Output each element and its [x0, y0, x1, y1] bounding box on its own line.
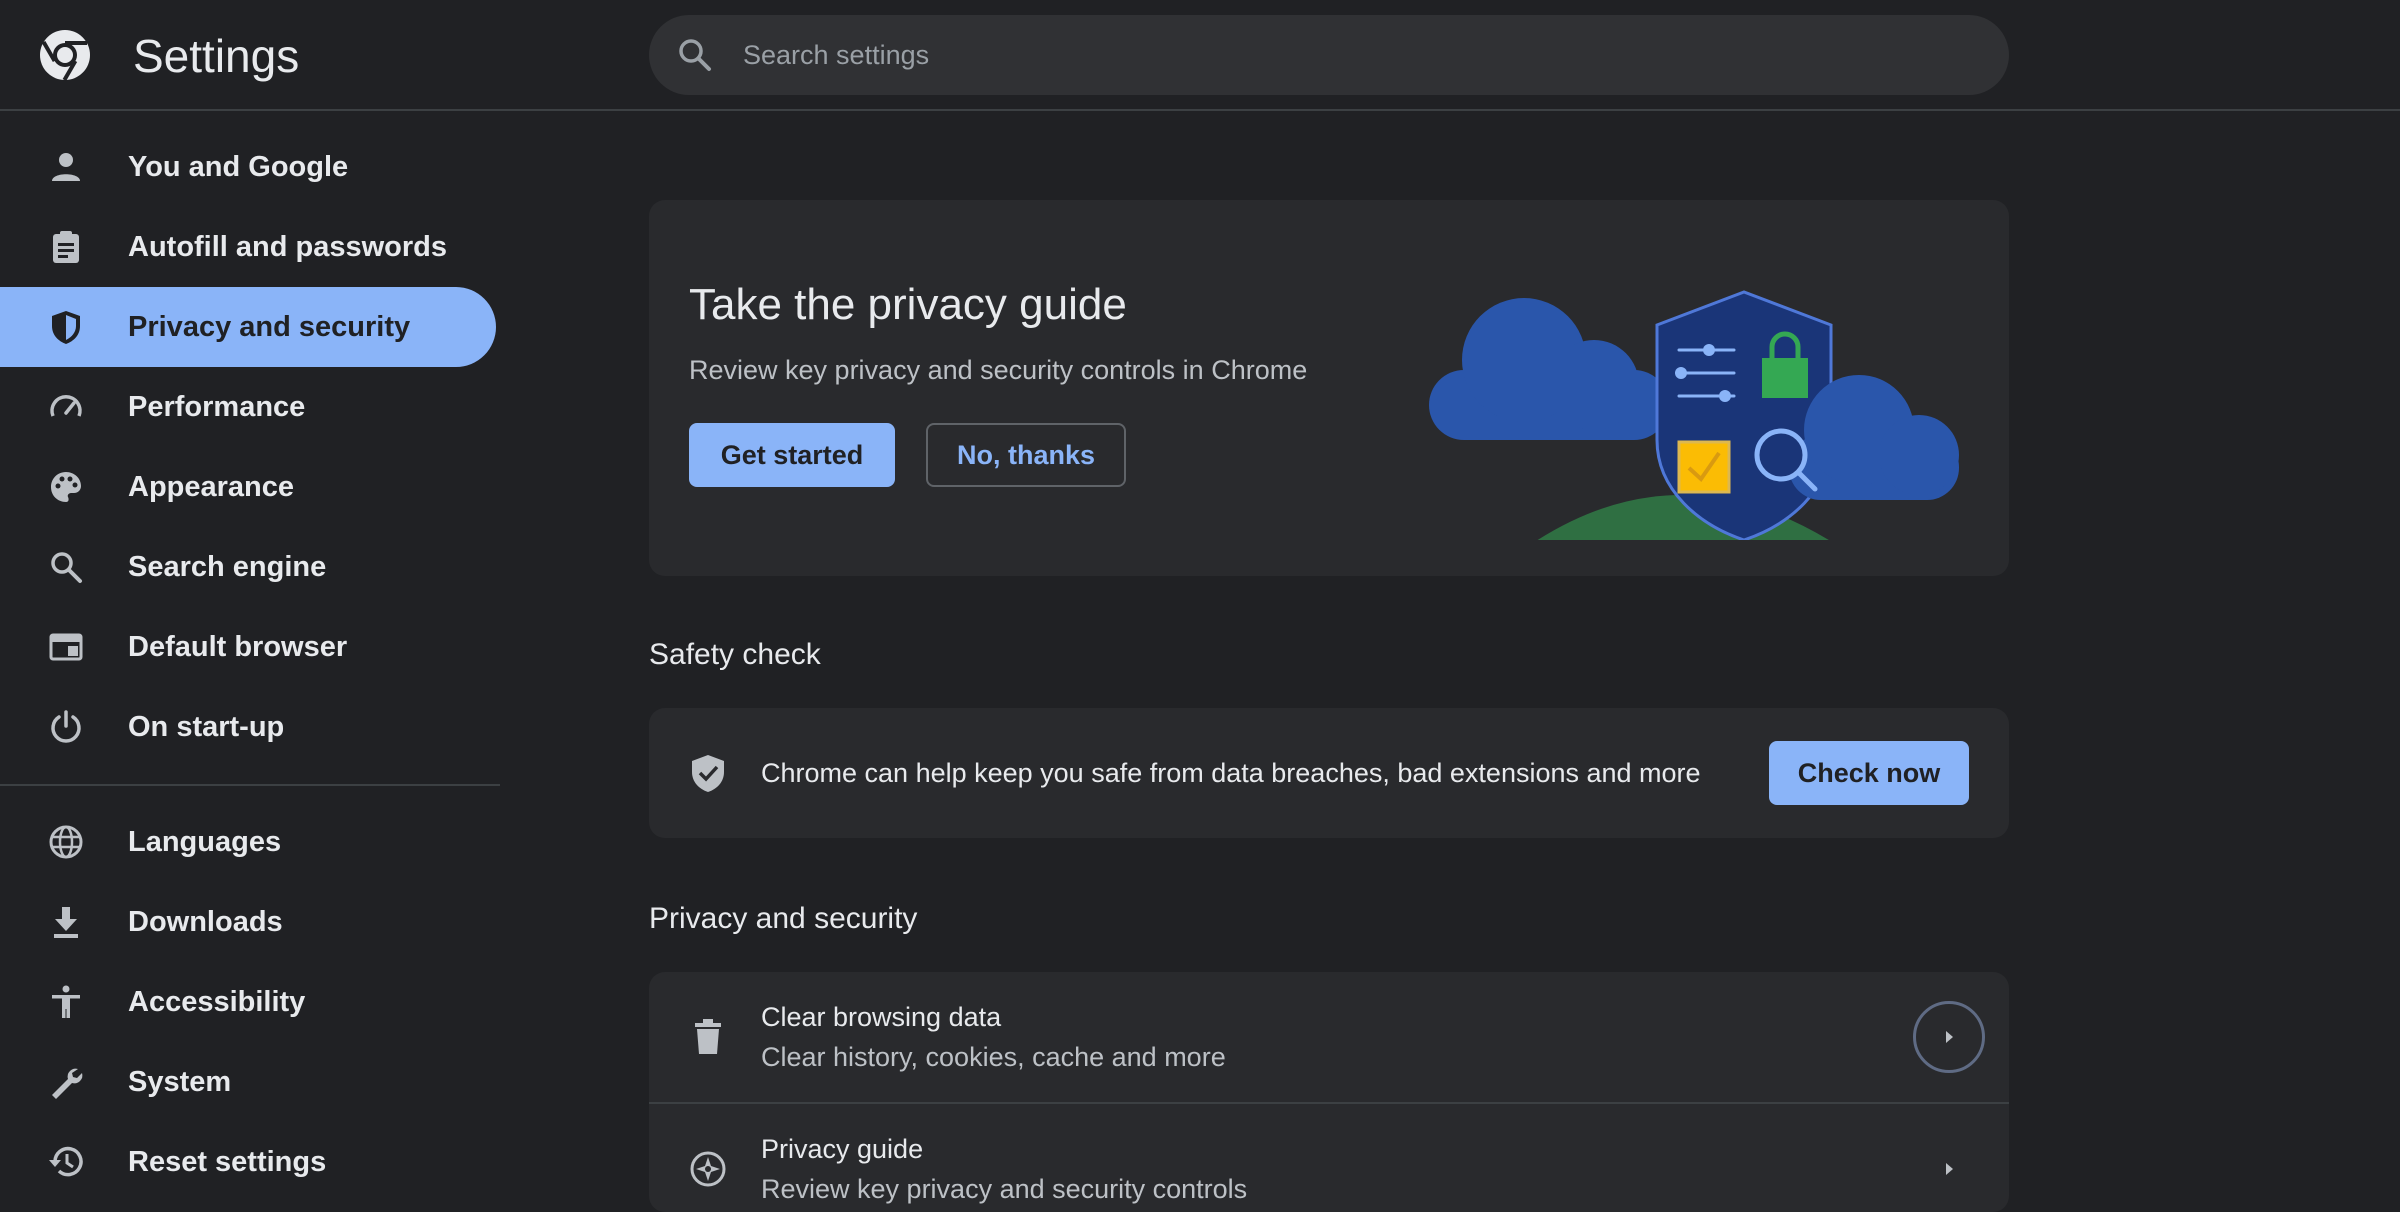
- row-open-button[interactable]: [1931, 1151, 1967, 1187]
- check-now-button[interactable]: Check now: [1769, 741, 1969, 805]
- sidebar-item-label: On start-up: [128, 711, 285, 743]
- sidebar-item-performance[interactable]: Performance: [0, 367, 496, 447]
- privacy-section-heading: Privacy and security: [649, 902, 918, 935]
- sidebar-item-accessibility[interactable]: Accessibility: [0, 962, 496, 1042]
- chrome-logo-icon: [40, 30, 90, 82]
- sidebar: You and Google Autofill and passwords Pr…: [0, 111, 500, 1206]
- trash-icon: [695, 1019, 721, 1054]
- sidebar-item-label: Autofill and passwords: [128, 231, 448, 263]
- sidebar-item-label: Search engine: [128, 551, 327, 583]
- app-title: Settings: [133, 30, 300, 82]
- shield-icon: [48, 309, 84, 345]
- palette-icon: [48, 469, 84, 505]
- sidebar-item-label: You and Google: [128, 151, 349, 183]
- speedometer-icon: [48, 389, 84, 425]
- sidebar-item-on-start-up[interactable]: On start-up: [0, 687, 496, 767]
- browser-window-icon: [48, 629, 84, 665]
- clipboard-icon: [48, 229, 84, 265]
- compass-icon: [690, 1151, 726, 1187]
- sidebar-item-label: Privacy and security: [128, 311, 411, 343]
- promo-subtitle: Review key privacy and security controls…: [689, 355, 1308, 385]
- search-input[interactable]: [741, 15, 1961, 95]
- sidebar-item-label: System: [128, 1066, 232, 1098]
- sidebar-divider: [0, 784, 500, 786]
- sidebar-item-label: Performance: [128, 391, 306, 423]
- safety-check-description: Chrome can help keep you safe from data …: [761, 758, 1701, 788]
- history-icon: [48, 1144, 84, 1180]
- power-icon: [48, 709, 84, 745]
- sidebar-item-default-browser[interactable]: Default browser: [0, 607, 496, 687]
- sidebar-item-you-and-google[interactable]: You and Google: [0, 127, 496, 207]
- wrench-icon: [48, 1064, 84, 1100]
- row-open-button[interactable]: [1913, 1001, 1985, 1073]
- privacy-security-list: Clear browsing data Clear history, cooki…: [649, 972, 2009, 1212]
- search-icon: [48, 549, 84, 585]
- privacy-guide-promo-card: Take the privacy guide Review key privac…: [649, 200, 2009, 576]
- get-started-button[interactable]: Get started: [689, 423, 895, 487]
- shield-check-icon: [692, 755, 724, 792]
- safety-check-card: Chrome can help keep you safe from data …: [649, 708, 2009, 838]
- download-icon: [48, 904, 84, 940]
- sidebar-item-label: Default browser: [128, 631, 348, 663]
- sidebar-item-label: Accessibility: [128, 986, 306, 1018]
- row-subtitle: Clear history, cookies, cache and more: [761, 1042, 1226, 1072]
- privacy-guide-row[interactable]: Privacy guide Review key privacy and sec…: [649, 1102, 2009, 1212]
- row-title: Privacy guide: [761, 1134, 924, 1164]
- sidebar-item-label: Languages: [128, 826, 282, 858]
- sidebar-item-autofill[interactable]: Autofill and passwords: [0, 207, 496, 287]
- sidebar-item-label: Downloads: [128, 906, 283, 938]
- sidebar-item-privacy-and-security[interactable]: Privacy and security: [0, 287, 496, 367]
- sidebar-item-reset-settings[interactable]: Reset settings: [0, 1122, 496, 1202]
- clear-browsing-data-row[interactable]: Clear browsing data Clear history, cooki…: [649, 972, 2009, 1102]
- sidebar-item-search-engine[interactable]: Search engine: [0, 527, 496, 607]
- privacy-guide-illustration: [1429, 290, 1959, 540]
- person-icon: [48, 149, 84, 185]
- chevron-right-icon: [1946, 1163, 1953, 1175]
- promo-title: Take the privacy guide: [689, 280, 1127, 329]
- sidebar-item-downloads[interactable]: Downloads: [0, 882, 496, 962]
- row-subtitle: Review key privacy and security controls: [761, 1174, 1248, 1204]
- sidebar-item-languages[interactable]: Languages: [0, 802, 496, 882]
- row-title: Clear browsing data: [761, 1002, 1002, 1032]
- accessibility-icon: [48, 984, 84, 1020]
- globe-icon: [48, 824, 84, 860]
- chevron-right-icon: [1946, 1031, 1953, 1043]
- no-thanks-button[interactable]: No, thanks: [926, 423, 1126, 487]
- search-icon: [679, 39, 711, 71]
- sidebar-item-label: Appearance: [128, 471, 295, 503]
- search-bar[interactable]: [649, 15, 2009, 95]
- sidebar-item-appearance[interactable]: Appearance: [0, 447, 496, 527]
- safety-check-heading: Safety check: [649, 638, 821, 671]
- sidebar-item-system[interactable]: System: [0, 1042, 496, 1122]
- sidebar-item-label: Reset settings: [128, 1146, 327, 1178]
- top-bar: Settings: [0, 0, 2400, 111]
